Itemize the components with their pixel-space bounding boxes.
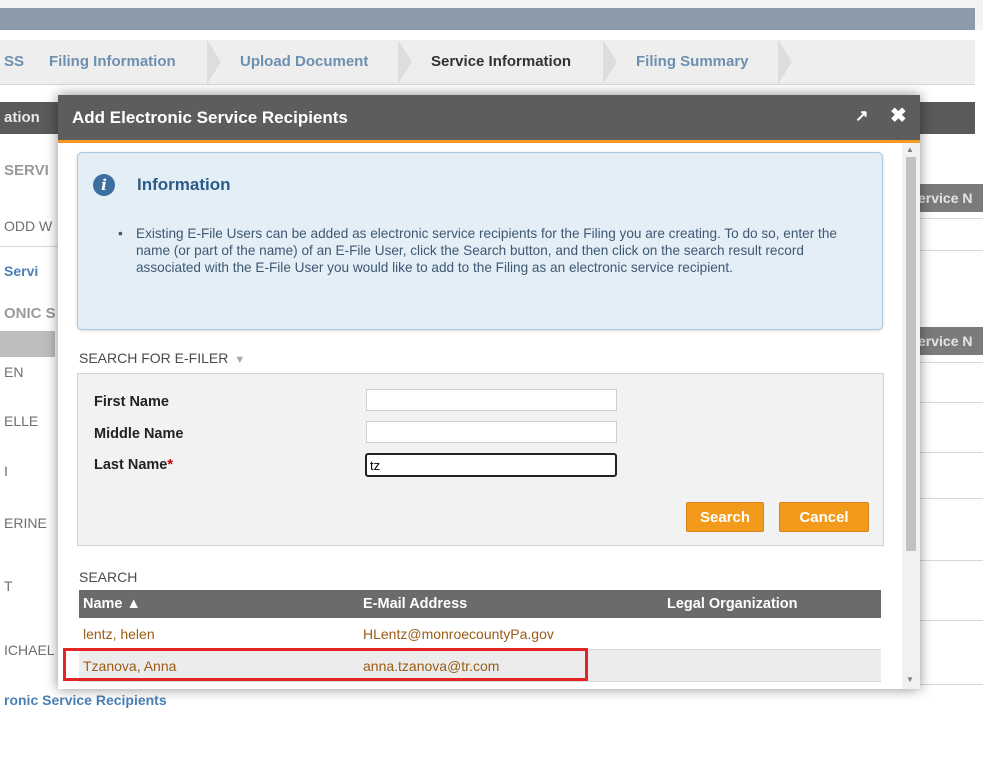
bg-right-column-header: ervice N	[912, 184, 983, 212]
middle-name-input[interactable]	[366, 421, 617, 443]
results-title: SEARCH	[79, 569, 138, 585]
modal-scrollbar[interactable]: ▲ ▼	[902, 143, 920, 689]
column-header-email[interactable]: E-Mail Address	[363, 596, 467, 612]
search-button[interactable]: Search	[686, 502, 764, 532]
wizard-step-filing-information[interactable]: Filing Information	[49, 40, 176, 84]
bg-service-link[interactable]: Servi	[4, 263, 38, 279]
bg-recipient-text: ERINE	[4, 515, 47, 531]
modal-body: i Information Existing E-File Users can …	[58, 143, 920, 689]
bg-electronic-service-recipients-link[interactable]: ronic Service Recipients	[4, 692, 167, 708]
table-row[interactable]: lentz, helen HLentz@monroecountyPa.gov	[79, 618, 881, 650]
divider	[920, 684, 983, 685]
bg-table-header	[0, 331, 55, 357]
row-email: anna.tzanova@tr.com	[363, 658, 500, 674]
first-name-label: First Name	[94, 394, 169, 410]
bg-recipient-text: ELLE	[4, 413, 39, 429]
bg-service-heading: SERVI	[4, 162, 49, 179]
row-email: HLentz@monroecountyPa.gov	[363, 626, 554, 642]
required-marker: *	[167, 457, 173, 473]
close-icon[interactable]: ✖	[890, 103, 907, 128]
middle-name-label: Middle Name	[94, 426, 184, 442]
table-row[interactable]: Tzanova, Anna anna.tzanova@tr.com	[63, 648, 881, 682]
first-name-input[interactable]	[366, 389, 617, 411]
page-title-strip	[0, 0, 983, 30]
bg-recipient-text: T	[4, 578, 13, 594]
search-form: First Name Middle Name Last Name* Search…	[77, 373, 884, 546]
wizard-step-separator	[398, 40, 412, 84]
divider	[920, 620, 983, 621]
divider	[0, 246, 58, 247]
information-title: Information	[137, 175, 231, 194]
modal-title: Add Electronic Service Recipients	[72, 108, 348, 127]
scroll-down-arrow-icon[interactable]: ▼	[906, 675, 914, 684]
wizard-step-process[interactable]: ss	[4, 40, 24, 84]
divider	[920, 402, 983, 403]
section-header-label: ation	[4, 109, 40, 126]
divider	[920, 452, 983, 453]
page-title-bar	[0, 8, 975, 30]
column-header-name[interactable]: Name ▲	[83, 596, 141, 612]
wizard-step-separator	[207, 40, 221, 84]
wizard-step-separator	[603, 40, 617, 84]
bg-recipient-text: ICHAEL	[4, 642, 55, 658]
last-name-label: Last Name*	[94, 457, 173, 473]
add-recipients-modal: Add Electronic Service Recipients ↗ ✖ i …	[58, 95, 920, 689]
wizard-step-filing-summary[interactable]: Filing Summary	[636, 40, 749, 84]
wizard-steps: ss Filing Information Upload Document Se…	[0, 40, 975, 85]
column-header-legal-organization[interactable]: Legal Organization	[667, 596, 798, 612]
divider	[920, 250, 983, 251]
modal-header: Add Electronic Service Recipients ↗ ✖	[58, 95, 920, 143]
search-section-title[interactable]: SEARCH FOR E-FILER ▼	[79, 350, 245, 366]
last-name-label-text: Last Name	[94, 457, 168, 473]
divider	[920, 560, 983, 561]
results-header-row: Name ▲ E-Mail Address Legal Organization	[79, 590, 881, 618]
row-name: lentz, helen	[83, 626, 155, 642]
wizard-step-service-information[interactable]: Service Information	[431, 40, 571, 84]
divider	[920, 218, 983, 219]
bg-electronic-heading: ONIC S	[4, 305, 56, 322]
bg-recipient-text: EN	[4, 364, 24, 380]
wizard-step-upload-document[interactable]: Upload Document	[240, 40, 368, 84]
bg-right-column-header: ervice N	[912, 327, 983, 355]
information-panel: i Information Existing E-File Users can …	[77, 152, 883, 330]
row-name: Tzanova, Anna	[83, 658, 177, 674]
scroll-thumb[interactable]	[906, 157, 916, 551]
bg-recipient-text: I	[4, 463, 8, 479]
caret-down-icon[interactable]: ▼	[234, 354, 245, 366]
search-section-title-label: SEARCH FOR E-FILER	[79, 350, 229, 366]
cancel-button[interactable]: Cancel	[779, 502, 869, 532]
last-name-input[interactable]	[365, 453, 617, 477]
divider	[920, 498, 983, 499]
results-table: Name ▲ E-Mail Address Legal Organization…	[63, 590, 881, 682]
expand-icon[interactable]: ↗	[855, 106, 868, 126]
info-icon: i	[93, 174, 115, 196]
wizard-step-separator	[778, 40, 792, 84]
scroll-up-arrow-icon[interactable]: ▲	[906, 145, 914, 154]
bg-recipient-text: ODD W	[4, 218, 53, 234]
information-text: Existing E-File Users can be added as el…	[118, 225, 868, 276]
divider	[920, 362, 983, 363]
